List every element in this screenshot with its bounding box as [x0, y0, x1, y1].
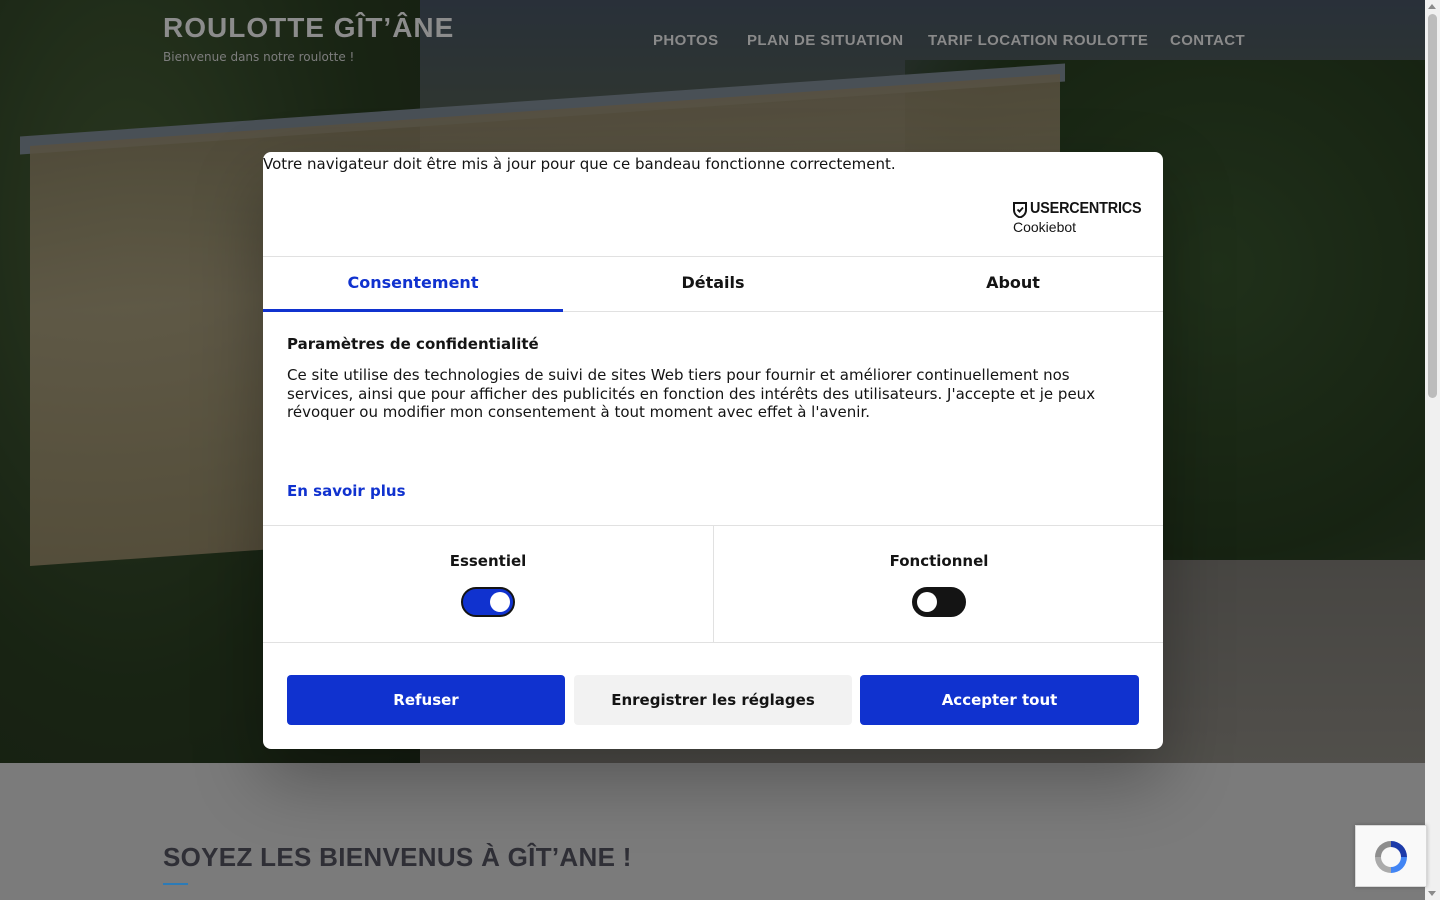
site-tagline: Bienvenue dans notre roulotte !	[163, 50, 355, 64]
tab-consentement[interactable]: Consentement	[263, 257, 563, 312]
privacy-description: Ce site utilise des technologies de suiv…	[287, 366, 1096, 421]
recaptcha-badge[interactable]	[1355, 825, 1427, 887]
fonctionnel-toggle[interactable]	[912, 587, 966, 617]
browser-warning: Votre navigateur doit être mis à jour po…	[263, 155, 896, 173]
learn-more-link[interactable]: En savoir plus	[287, 482, 406, 500]
scroll-up-arrow-icon[interactable]	[1428, 4, 1436, 9]
page-scrollbar[interactable]	[1425, 0, 1440, 900]
nav-item-plan-de-situation[interactable]: PLAN DE SITUATION	[747, 32, 904, 49]
brand-name: USERCENTRICS	[1030, 200, 1142, 217]
essentiel-toggle[interactable]	[461, 587, 515, 617]
content-section	[0, 763, 1425, 900]
toggle-knob	[917, 592, 937, 612]
save-settings-button[interactable]: Enregistrer les réglages	[574, 675, 852, 725]
category-label: Essentiel	[449, 552, 527, 570]
heading-underline	[163, 883, 188, 885]
scroll-thumb[interactable]	[1428, 14, 1437, 398]
welcome-heading: SOYEZ LES BIENVENUS À GÎT’ANE !	[163, 842, 632, 872]
dialog-tabs: Consentement Détails About	[263, 256, 1163, 312]
deny-button[interactable]: Refuser	[287, 675, 565, 725]
usercentrics-shield-icon	[1013, 202, 1027, 218]
category-essentiel: Essentiel	[263, 526, 713, 642]
nav-item-photos[interactable]: PHOTOS	[653, 32, 718, 49]
toggle-knob	[490, 592, 510, 612]
tab-details[interactable]: Détails	[563, 257, 863, 311]
consent-categories: Essentiel Fonctionnel	[263, 525, 1163, 643]
category-label: Fonctionnel	[889, 552, 989, 570]
nav-item-contact[interactable]: CONTACT	[1170, 32, 1245, 49]
brand-product: Cookiebot	[1013, 219, 1077, 235]
site-title[interactable]: ROULOTTE GÎT’ÂNE	[163, 12, 454, 44]
category-fonctionnel: Fonctionnel	[713, 526, 1164, 642]
recaptcha-icon	[1375, 841, 1407, 873]
privacy-heading: Paramètres de confidentialité	[287, 335, 539, 353]
cookie-consent-dialog: Votre navigateur doit être mis à jour po…	[263, 152, 1163, 749]
tab-about[interactable]: About	[863, 257, 1163, 311]
accept-all-button[interactable]: Accepter tout	[860, 675, 1139, 725]
scroll-down-arrow-icon[interactable]	[1428, 891, 1436, 896]
usercentrics-logo[interactable]: USERCENTRICS Cookiebot	[1013, 200, 1142, 240]
nav-item-tarif-location[interactable]: TARIF LOCATION ROULOTTE	[928, 32, 1148, 49]
